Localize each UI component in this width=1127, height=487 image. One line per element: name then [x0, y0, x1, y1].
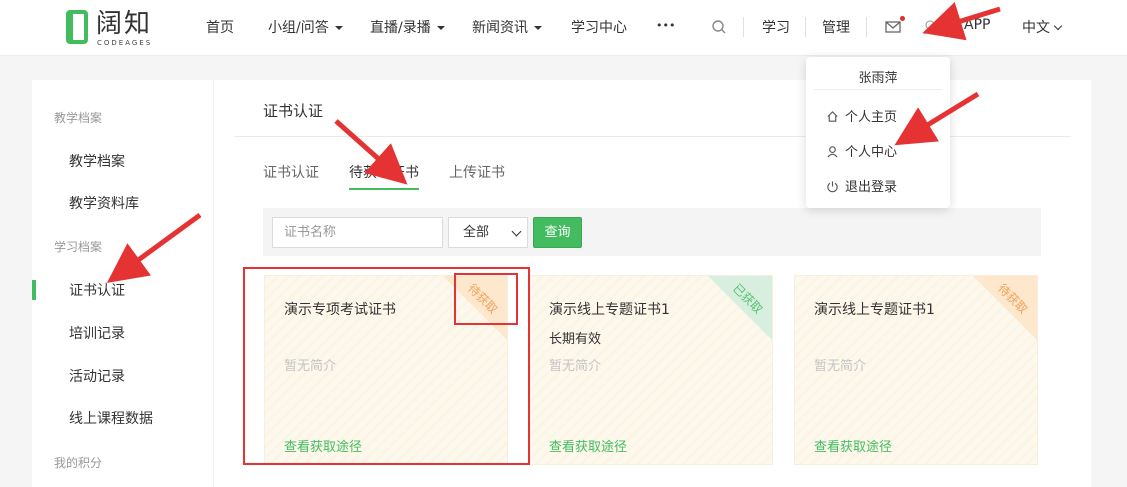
page-title: 证书认证	[263, 102, 324, 120]
tab-certificate[interactable]: 证书认证	[263, 162, 319, 182]
power-icon	[827, 181, 838, 193]
logo[interactable]: 阔知 CODEAGES	[66, 8, 176, 48]
card-title: 演示线上专题证书1	[814, 302, 935, 318]
menu-item-profile[interactable]: 个人主页	[826, 106, 897, 125]
filter-bar: 证书名称 全部 查询	[263, 208, 1041, 256]
mail-icon[interactable]	[884, 18, 902, 36]
status-select[interactable]: 全部	[448, 217, 528, 248]
sidebar-active-indicator	[32, 280, 36, 300]
card-validity: 长期有效	[549, 332, 602, 347]
sidebar: 教学档案 教学档案 教学资料库 学习档案 证书认证 培训记录 活动记录 线上课程…	[32, 80, 213, 487]
user-dropdown-menu: 张雨萍 个人主页 个人中心 退出登录	[806, 57, 950, 208]
sidebar-group-learning: 学习档案	[54, 240, 103, 254]
user-icon	[827, 146, 838, 158]
logo-text: 阔知	[96, 9, 153, 39]
sidebar-item-teaching-library[interactable]: 教学资料库	[69, 193, 139, 213]
sidebar-item-activity-records[interactable]: 活动记录	[69, 366, 125, 386]
nav-learning-center[interactable]: 学习中心	[571, 17, 627, 37]
sidebar-item-teaching-archive[interactable]: 教学档案	[69, 151, 125, 171]
chevron-down-icon	[1053, 21, 1063, 31]
sidebar-item-training-records[interactable]: 培训记录	[69, 323, 125, 343]
nav-live[interactable]: 直播/录播	[370, 17, 445, 37]
query-button[interactable]: 查询	[533, 217, 582, 248]
header-divider	[805, 17, 806, 37]
nav-news[interactable]: 新闻资讯	[472, 17, 542, 37]
sidebar-group-teaching: 教学档案	[54, 111, 103, 125]
menu-item-logout[interactable]: 退出登录	[826, 176, 897, 195]
language-switch[interactable]: 中文	[1022, 17, 1063, 37]
header-divider	[743, 17, 744, 37]
dropdown-username: 张雨萍	[858, 71, 898, 86]
sidebar-item-online-course-data[interactable]: 线上课程数据	[69, 408, 153, 428]
card-description: 暂无简介	[549, 359, 602, 374]
nav-app[interactable]: APP	[964, 17, 990, 33]
search-icon[interactable]	[710, 18, 728, 36]
menu-item-personal-center[interactable]: 个人中心	[826, 141, 897, 160]
view-acquire-link[interactable]: 查看获取途径	[549, 436, 627, 455]
sidebar-item-certificate[interactable]: 证书认证	[69, 280, 125, 300]
card-title: 演示线上专题证书1	[549, 302, 670, 318]
dropdown-divider	[814, 89, 942, 90]
certificate-name-input[interactable]: 证书名称	[272, 217, 443, 248]
logo-subtext: CODEAGES	[97, 39, 153, 47]
view-acquire-link[interactable]: 查看获取途径	[814, 436, 892, 455]
nav-home[interactable]: 首页	[206, 17, 234, 37]
highlight-badge-box	[454, 273, 518, 325]
user-icon[interactable]	[921, 18, 939, 36]
chevron-down-icon	[511, 226, 522, 237]
home-icon	[827, 111, 838, 122]
sidebar-group-points: 我的积分	[54, 456, 103, 470]
certificate-card[interactable]: 待获取 演示线上专题证书1 暂无简介 查看获取途径	[794, 275, 1038, 465]
certificate-card[interactable]: 已获取 演示线上专题证书1 长期有效 暂无简介 查看获取途径	[529, 275, 773, 465]
nav-study[interactable]: 学习	[762, 17, 790, 37]
nav-manage[interactable]: 管理	[822, 17, 850, 37]
tab-upload-certificate[interactable]: 上传证书	[449, 162, 505, 182]
caret-down-icon	[436, 26, 445, 30]
tab-pending-certificates[interactable]: 待获取证书	[349, 162, 419, 190]
status-select-value: 全部	[463, 225, 490, 240]
top-header: 阔知 CODEAGES 首页 小组/问答 直播/录播 新闻资讯 学习中心 •••…	[0, 0, 1127, 56]
header-divider	[866, 17, 867, 37]
caret-down-icon	[534, 26, 542, 30]
caret-down-icon	[334, 26, 343, 30]
card-description: 暂无简介	[814, 359, 867, 374]
nav-groups[interactable]: 小组/问答	[268, 17, 343, 37]
logo-mark-icon	[66, 10, 88, 44]
unread-dot	[900, 16, 905, 21]
nav-more[interactable]: •••	[656, 19, 675, 32]
